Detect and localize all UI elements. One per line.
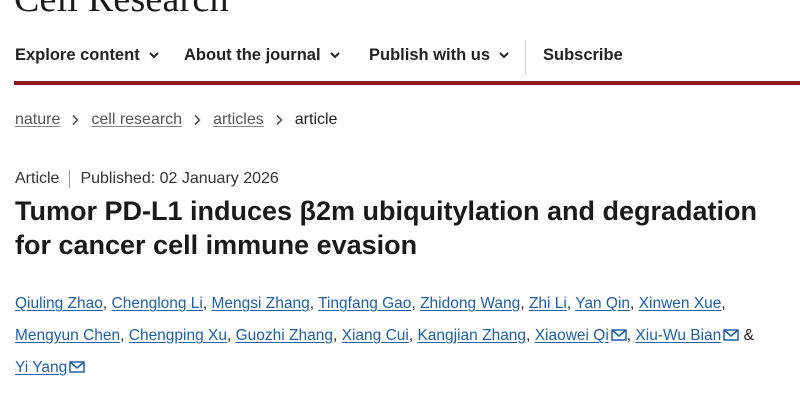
author-link[interactable]: Kangjian Zhang [417,327,526,344]
breadcrumb-cell-research[interactable]: cell research [91,111,182,129]
author-separator: , [102,295,108,312]
author-link[interactable]: Yi Yang [15,359,67,376]
author-link[interactable]: Guozhi Zhang [236,327,333,344]
breadcrumb-current: article [294,111,338,128]
chevron-right-icon [72,114,80,126]
author-link[interactable]: Tingfang Gao [318,295,411,312]
nav-subscribe[interactable]: Subscribe [543,34,623,76]
author-link[interactable]: Mengyun Chen [15,327,120,344]
mail-icon[interactable] [611,329,627,341]
nav-subscribe-label: Subscribe [543,45,623,64]
author-separator: , [120,327,125,344]
author-separator: , [408,327,414,344]
author-link[interactable]: Zhidong Wang [420,295,520,312]
author-link[interactable]: Zhi Li [529,295,567,312]
author-separator: , [526,327,531,344]
article-meta: Article Published: 02 January 2026 [15,169,279,189]
nav-about-journal-label: About the journal [184,45,321,64]
chevron-down-icon [499,52,509,59]
meta-divider [69,170,71,188]
breadcrumb-nature[interactable]: nature [15,111,60,129]
nav-publish-with-us-label: Publish with us [369,45,491,64]
mail-icon[interactable] [723,329,740,341]
site-logo[interactable]: Cell Research [14,0,229,18]
breadcrumb-articles[interactable]: articles [213,111,264,129]
author-separator: , [309,295,315,312]
author-link[interactable]: Xiu-Wu Bian [635,327,721,344]
published-date: Published: 02 January 2026 [80,170,279,187]
author-separator: , [520,295,525,312]
author-separator: , [227,327,232,344]
author-separator: , [630,295,635,312]
author-separator: , [411,295,416,312]
author-separator: , [721,295,726,312]
nav-publish-with-us[interactable]: Publish with us [369,34,510,76]
author-link[interactable]: Yan Qin [575,295,630,312]
chevron-down-icon [148,52,159,59]
author-link[interactable]: Qiuling Zhao [15,295,103,312]
mail-icon[interactable] [69,361,86,373]
author-list: Qiuling Zhao, Chenglong Li, Mengsi Zhang… [15,288,800,384]
author-link[interactable]: Xiang Cui [342,327,409,344]
chevron-right-icon [276,114,283,126]
main-nav: Explore content About the journal Publis… [0,34,800,85]
author-separator: , [202,295,208,312]
author-conjunction: & [743,327,754,344]
author-link[interactable]: Mengsi Zhang [212,295,310,312]
article-type: Article [15,170,60,187]
author-link[interactable]: Chengping Xu [129,327,227,344]
nav-explore-content[interactable]: Explore content [15,34,160,76]
nav-divider [525,40,526,74]
chevron-down-icon [329,52,340,59]
author-link[interactable]: Xiaowei Qi [535,327,609,344]
author-link[interactable]: Chenglong Li [112,295,203,312]
author-separator: , [566,295,572,312]
nav-about-journal[interactable]: About the journal [184,34,341,76]
nav-explore-content-label: Explore content [15,45,140,64]
breadcrumb: nature cell research articles article [15,110,337,130]
article-title: Tumor PD-L1 induces β2m ubiquitylation a… [15,196,758,260]
author-separator: , [626,327,632,344]
chevron-right-icon [194,114,201,126]
author-separator: , [333,327,338,344]
nav-accent-rule [14,81,800,85]
author-link[interactable]: Xinwen Xue [639,295,722,312]
